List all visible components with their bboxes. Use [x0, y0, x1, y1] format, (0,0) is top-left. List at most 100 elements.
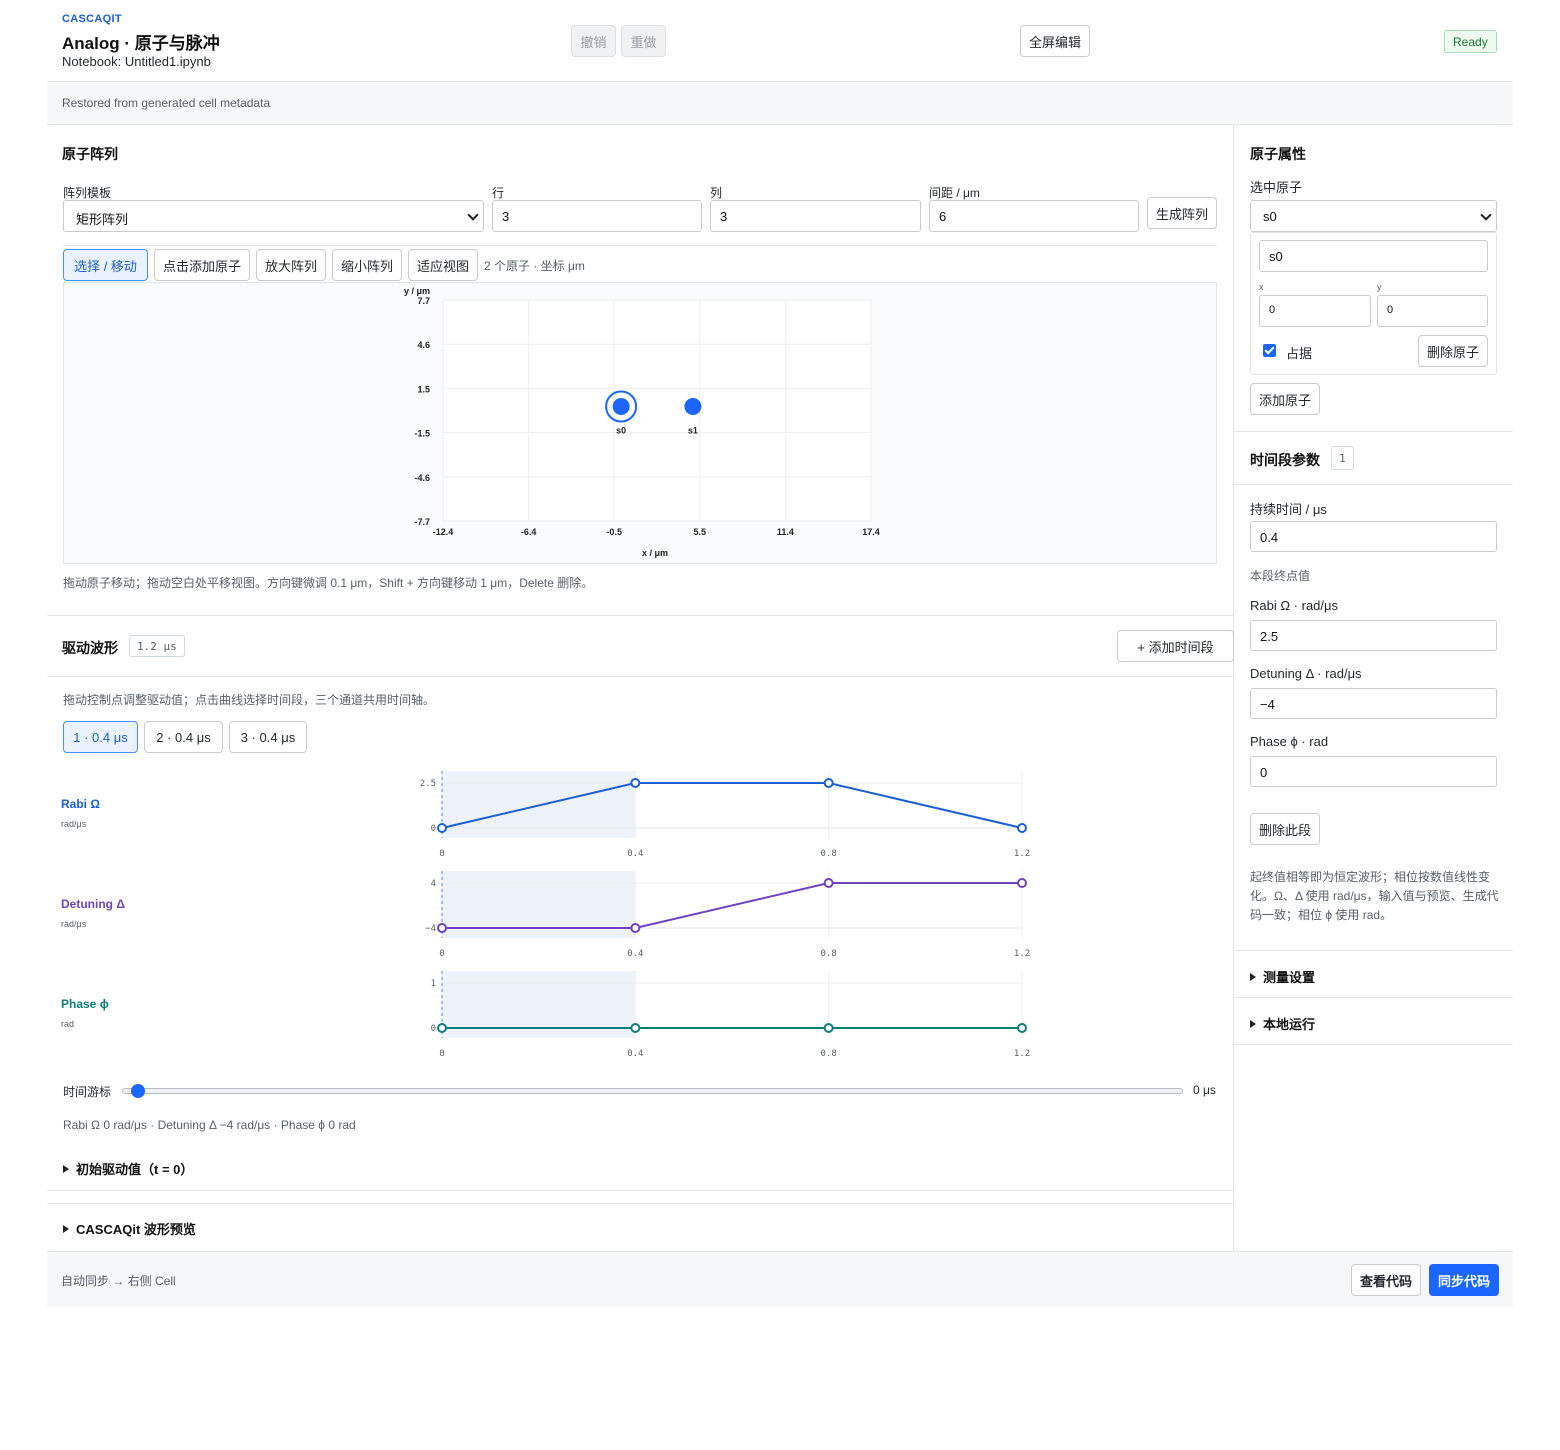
control-point[interactable] [437, 923, 447, 933]
right-panel: 原子属性 选中原子 s0 s0 x 0 y 0 占据 删除原子 添加原子 时间段… [1233, 125, 1513, 1045]
control-point[interactable] [823, 778, 834, 788]
atoms-title: 原子阵列 [62, 146, 118, 162]
y-tick-label: 7.7 [417, 296, 430, 306]
status-badge: Ready [1444, 30, 1497, 53]
control-point[interactable] [630, 1023, 641, 1033]
template-select[interactable]: 矩形阵列 [63, 200, 484, 232]
control-point[interactable] [630, 923, 641, 933]
generate-array-button[interactable]: 生成阵列 [1147, 197, 1217, 229]
sync-info: 自动同步 → 右侧 Cell [61, 1274, 176, 1288]
segment-params-divider [1233, 484, 1513, 485]
time-cursor-handle[interactable] [131, 1084, 145, 1098]
brand: CASCAQIT [62, 13, 122, 25]
y-tick-label: 2.5 [420, 779, 436, 789]
atom-name-input[interactable]: s0 [1259, 240, 1488, 272]
page-title: Analog · 原子与脉冲 [62, 34, 220, 53]
x-tick-label: 0.8 [821, 949, 837, 959]
delete-atom-button[interactable]: 删除原子 [1418, 335, 1488, 367]
waveform-title: 驱动波形 [62, 640, 118, 656]
add-segment-button[interactable]: + 添加时间段 [1117, 630, 1234, 662]
channel-plot-1[interactable]: 0 0.4 0.8 1.2 4 −4 [425, 871, 1030, 959]
occupied-checkbox[interactable] [1263, 344, 1276, 357]
time-cursor-track[interactable] [122, 1088, 1183, 1094]
x-tick-label: 17.4 [862, 527, 880, 537]
redo-button[interactable]: 重做 [621, 25, 666, 57]
atom-plot[interactable]: y / μm x / μm -12.4 -6.4 -0.5 5.5 11.4 17.4 7.… [64, 283, 1218, 565]
tool-zoom-out[interactable]: 缩小阵列 [332, 249, 402, 281]
x-tick-label: 0.8 [821, 849, 837, 859]
measure-settings-toggle[interactable]: 测量设置 [1250, 967, 1315, 986]
control-point[interactable] [630, 778, 641, 788]
selected-atom-select[interactable]: s0 [1250, 200, 1497, 232]
props-divider [1233, 431, 1513, 432]
segment-tab-3[interactable]: 3 · 0.4 μs [229, 721, 307, 753]
undo-button[interactable]: 撤销 [571, 25, 616, 57]
atom-canvas[interactable]: y / μm x / μm -12.4 -6.4 -0.5 5.5 11.4 17.4 7.… [63, 282, 1217, 564]
preview-toggle[interactable]: CASCAQit 波形预览 [63, 1219, 196, 1238]
control-point[interactable] [437, 823, 447, 833]
total-duration-badge: 1.2 μs [129, 635, 185, 657]
tool-zoom-in[interactable]: 放大阵列 [256, 249, 326, 281]
control-point[interactable] [1017, 1023, 1027, 1033]
atom-props-title: 原子属性 [1250, 146, 1306, 162]
control-point[interactable] [1017, 823, 1027, 833]
atom-s0[interactable] [612, 398, 630, 415]
control-point[interactable] [823, 878, 834, 888]
view-code-button[interactable]: 查看代码 [1351, 1264, 1421, 1296]
control-point[interactable] [1017, 878, 1027, 888]
tool-select-move[interactable]: 选择 / 移动 [63, 249, 148, 281]
y-tick-label: 4 [431, 879, 436, 889]
template-value: 矩形阵列 [76, 212, 129, 227]
spacing-input[interactable]: 6 [929, 200, 1139, 232]
tool-add-atom[interactable]: 点击添加原子 [154, 249, 250, 281]
cols-label: 列 [710, 186, 723, 200]
atom-s1[interactable] [684, 398, 702, 415]
segment-params-title: 时间段参数 [1250, 452, 1320, 468]
atom-label: s1 [688, 426, 698, 436]
fullscreen-button[interactable]: 全屏编辑 [1020, 25, 1090, 57]
control-point[interactable] [823, 1023, 834, 1033]
y-tick-label: 0 [431, 1024, 436, 1034]
x-tick-label: 0 [439, 949, 444, 959]
preview-label: CASCAQit 波形预览 [76, 1222, 196, 1237]
x-axis-label: x / μm [642, 548, 668, 558]
x-tick-label: 11.4 [777, 527, 794, 537]
initial-values-toggle[interactable]: 初始驱动值（t = 0） [63, 1159, 193, 1178]
channel-rabi-name: Rabi Ω [61, 797, 100, 811]
channel-plot-2[interactable]: 0 0.4 0.8 1.2 1 0 [431, 971, 1031, 1059]
cols-input[interactable]: 3 [710, 200, 921, 232]
tool-fit-view[interactable]: 适应视图 [408, 249, 478, 281]
time-cursor-value: 0 μs [1193, 1083, 1216, 1097]
rabi-input[interactable]: 2.5 [1250, 620, 1497, 651]
phase-input[interactable]: 0 [1250, 756, 1497, 787]
editor-app: CASCAQIT Analog · 原子与脉冲 Notebook: Untitl… [47, 0, 1513, 1307]
x-tick-label: -0.5 [606, 527, 622, 537]
x-tick-label: -6.4 [521, 527, 537, 537]
duration-input[interactable]: 0.4 [1250, 521, 1497, 552]
x-tick-label: 0 [439, 1049, 444, 1059]
detuning-label: Detuning Δ · rad/μs [1250, 666, 1362, 681]
rabi-label: Rabi Ω · rad/μs [1250, 598, 1339, 613]
channel-phase-unit: rad [61, 1019, 75, 1029]
segment-tab-2[interactable]: 2 · 0.4 μs [144, 721, 223, 753]
atom-y-input[interactable]: 0 [1377, 295, 1488, 327]
notebook-name: Notebook: Untitled1.ipynb [62, 54, 211, 69]
local-run-toggle[interactable]: 本地运行 [1250, 1014, 1315, 1033]
channel-plot-0[interactable]: 0 0.4 0.8 1.2 2.5 0 [420, 771, 1030, 859]
segment-tab-1[interactable]: 1 · 0.4 μs [63, 721, 138, 753]
atom-x-input[interactable]: 0 [1259, 295, 1371, 327]
add-atom-button[interactable]: 添加原子 [1250, 383, 1320, 415]
control-point[interactable] [437, 1023, 447, 1033]
footer: 自动同步 → 右侧 Cell 查看代码 同步代码 [47, 1251, 1513, 1307]
y-tick-label: -4.6 [414, 473, 430, 483]
waveform-plot[interactable]: 0 0.4 0.8 1.2 2.5 0 0 0.4 0.8 1.2 4 −4 0 0.4 0.8 1.2 1 0 [347, 765, 1047, 1065]
toolbar-divider [63, 245, 1217, 246]
detuning-input[interactable]: −4 [1250, 688, 1497, 719]
y-tick-label: 1 [431, 979, 436, 989]
measure-divider [1233, 997, 1513, 998]
spacing-label: 间距 / μm [929, 186, 980, 200]
sync-code-button[interactable]: 同步代码 [1429, 1264, 1499, 1296]
rows-input[interactable]: 3 [492, 200, 702, 232]
delete-segment-button[interactable]: 删除此段 [1250, 813, 1320, 845]
x-tick-label: 1.2 [1014, 949, 1030, 959]
